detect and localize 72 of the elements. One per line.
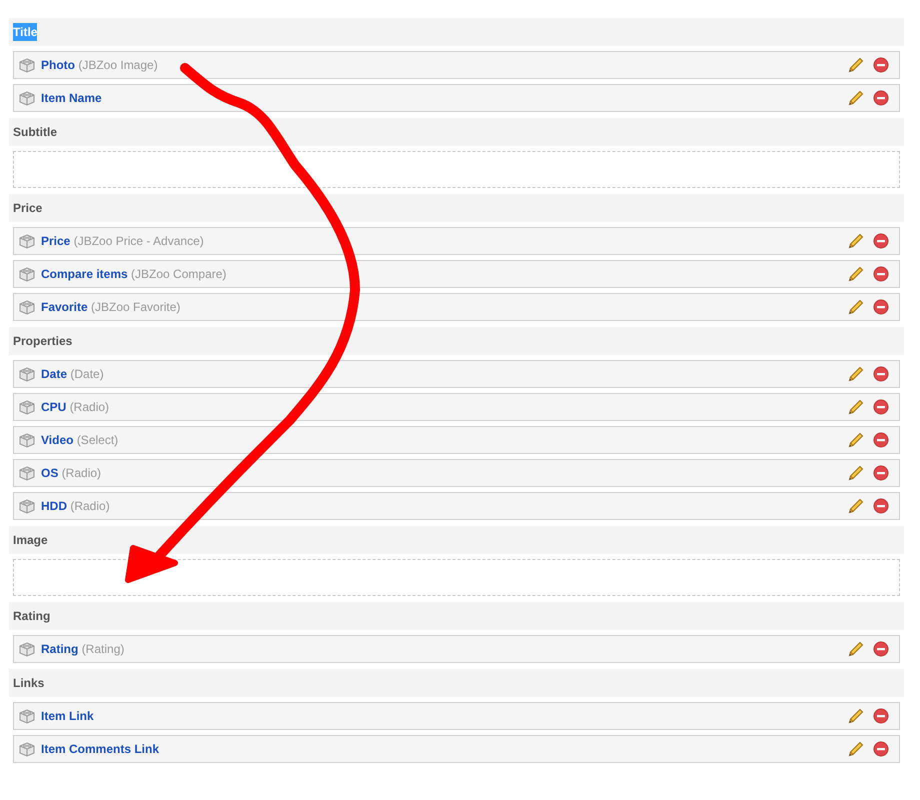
pencil-icon[interactable] xyxy=(848,465,864,481)
cube-icon xyxy=(19,234,35,248)
element-name: Video (Select) xyxy=(41,432,118,449)
element-name: Item Comments Link xyxy=(41,741,160,758)
cube-icon xyxy=(19,58,35,72)
section-title: Rating xyxy=(13,608,50,625)
remove-icon[interactable] xyxy=(873,399,889,415)
element-row[interactable]: Rating (Rating) xyxy=(13,635,900,663)
pencil-icon[interactable] xyxy=(848,741,864,757)
cube-icon xyxy=(19,266,35,282)
element-row[interactable]: Item Link xyxy=(13,702,900,730)
pencil-icon[interactable] xyxy=(848,399,864,415)
remove-icon[interactable] xyxy=(873,741,889,757)
cube-icon xyxy=(19,708,35,724)
section-title: Subtitle xyxy=(13,124,57,141)
section-title: Price xyxy=(13,200,42,217)
element-name: HDD (Radio) xyxy=(41,498,110,515)
remove-icon[interactable] xyxy=(873,498,889,514)
remove-icon[interactable] xyxy=(873,465,889,481)
cube-icon xyxy=(19,366,35,382)
remove-icon[interactable] xyxy=(873,708,889,724)
element-name: Item Link xyxy=(41,708,94,725)
element-name: Rating (Rating) xyxy=(41,641,124,658)
cube-icon xyxy=(19,642,35,656)
element-row[interactable]: Favorite (JBZoo Favorite) xyxy=(13,293,900,321)
element-row[interactable]: OS (Radio) xyxy=(13,459,900,487)
element-row[interactable]: Compare items (JBZoo Compare) xyxy=(13,260,900,288)
element-name: Item Name xyxy=(41,90,102,107)
cube-icon xyxy=(19,498,35,514)
remove-icon[interactable] xyxy=(873,299,889,315)
element-row[interactable]: Video (Select) xyxy=(13,426,900,454)
element-name: Date (Date) xyxy=(41,366,104,383)
section-title: Image xyxy=(13,532,48,549)
element-name: OS (Radio) xyxy=(41,465,102,482)
cube-icon xyxy=(19,742,35,756)
element-row[interactable]: Item Comments Link xyxy=(13,735,900,763)
pencil-icon[interactable] xyxy=(848,708,864,724)
pencil-icon[interactable] xyxy=(848,90,864,106)
pencil-icon[interactable] xyxy=(848,57,864,73)
pencil-icon[interactable] xyxy=(848,233,864,249)
element-row[interactable]: Price (JBZoo Price - Advance) xyxy=(13,227,900,255)
element-row[interactable]: Item Name xyxy=(13,84,900,112)
pencil-icon[interactable] xyxy=(848,498,864,514)
remove-icon[interactable] xyxy=(873,57,889,73)
pencil-icon[interactable] xyxy=(848,366,864,382)
element-name: CPU (Radio) xyxy=(41,399,110,416)
section-title: Title xyxy=(13,23,38,41)
remove-icon[interactable] xyxy=(873,641,889,657)
remove-icon[interactable] xyxy=(873,233,889,249)
remove-icon[interactable] xyxy=(873,90,889,106)
element-row[interactable]: Photo (JBZoo Image) xyxy=(13,51,900,79)
cube-icon xyxy=(19,400,35,414)
cube-icon xyxy=(19,466,35,480)
element-row[interactable]: Date (Date) xyxy=(13,360,900,388)
remove-icon[interactable] xyxy=(873,266,889,282)
remove-icon[interactable] xyxy=(873,366,889,382)
pencil-icon[interactable] xyxy=(848,432,864,448)
element-name: Compare items (JBZoo Compare) xyxy=(41,266,226,283)
element-row[interactable]: HDD (Radio) xyxy=(13,492,900,520)
cube-icon xyxy=(19,432,35,448)
section-title: Properties xyxy=(13,333,72,350)
pencil-icon[interactable] xyxy=(848,266,864,282)
remove-icon[interactable] xyxy=(873,432,889,448)
cube-icon xyxy=(19,300,35,314)
pencil-icon[interactable] xyxy=(848,299,864,315)
pencil-icon[interactable] xyxy=(848,641,864,657)
element-name: Price (JBZoo Price - Advance) xyxy=(41,233,204,250)
element-name: Favorite (JBZoo Favorite) xyxy=(41,299,180,316)
section-title: Links xyxy=(13,675,44,692)
element-name: Photo (JBZoo Image) xyxy=(41,57,158,74)
element-row[interactable]: CPU (Radio) xyxy=(13,393,900,421)
cube-icon xyxy=(19,90,35,106)
